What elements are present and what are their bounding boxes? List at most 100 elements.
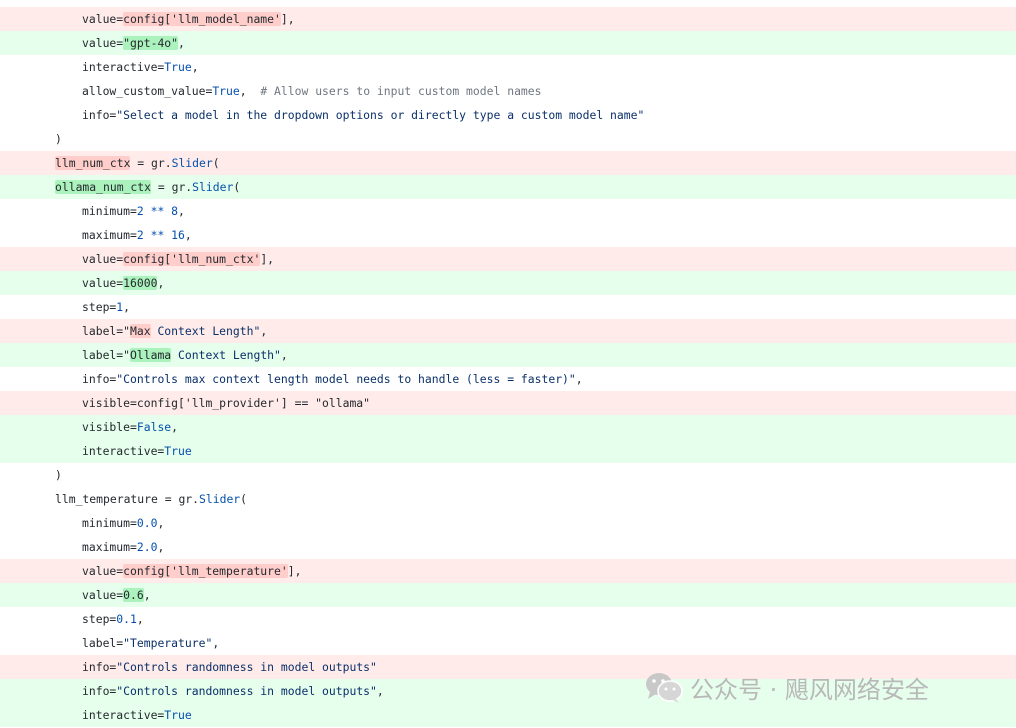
removed-line: visible=config['llm_provider'] == "ollam… bbox=[0, 391, 1016, 415]
code-token: ) bbox=[55, 468, 62, 482]
context-line: minimum=2 ** 8, bbox=[0, 199, 1016, 223]
context-line: label="Temperature", bbox=[0, 631, 1016, 655]
code-token: Slider bbox=[171, 156, 213, 170]
added-line: ollama_num_ctx = gr.Slider( bbox=[0, 175, 1016, 199]
code-token: Slider bbox=[192, 180, 234, 194]
code-token: Slider bbox=[199, 492, 241, 506]
code-token: visible= bbox=[82, 420, 137, 434]
changed-token: 0.6 bbox=[123, 588, 144, 602]
context-line: step=0.1, bbox=[0, 607, 1016, 631]
added-line: info="Controls randomness in model outpu… bbox=[0, 679, 1016, 703]
code-token: 2 ** 16 bbox=[136, 228, 185, 242]
code-token: info= bbox=[82, 372, 117, 386]
code-token: True bbox=[164, 708, 192, 722]
code-token: 2.0 bbox=[136, 540, 158, 554]
code-token: , bbox=[184, 228, 192, 242]
code-token: True bbox=[164, 60, 192, 74]
code-token: , bbox=[157, 516, 165, 530]
code-token: interactive= bbox=[82, 444, 165, 458]
context-line: info="Controls max context length model … bbox=[0, 367, 1016, 391]
removed-line: llm_num_ctx = gr.Slider( bbox=[0, 151, 1016, 175]
code-token: value= bbox=[82, 564, 124, 578]
context-line: llm_temperature = gr.Slider( bbox=[0, 487, 1016, 511]
changed-token: Ollama bbox=[130, 348, 172, 362]
code-token: value= bbox=[82, 252, 124, 266]
code-token: value= bbox=[82, 12, 124, 26]
code-token: ], bbox=[280, 12, 295, 26]
code-token: ], bbox=[287, 564, 302, 578]
removed-line: value=config['llm_temperature'], bbox=[0, 559, 1016, 583]
code-token: info= bbox=[82, 660, 117, 674]
code-token: , bbox=[376, 684, 384, 698]
context-line: ) bbox=[0, 127, 1016, 151]
context-line: maximum=2 ** 16, bbox=[0, 223, 1016, 247]
changed-token: "gpt-4o" bbox=[123, 36, 179, 50]
code-token: , bbox=[157, 276, 165, 290]
code-token: "Controls max context length model needs… bbox=[116, 372, 576, 386]
context-line: minimum=0.0, bbox=[0, 511, 1016, 535]
code-token: ( bbox=[233, 180, 241, 194]
code-token: # Allow users to input custom model name… bbox=[260, 84, 542, 98]
code-token: allow_custom_value= bbox=[82, 84, 213, 98]
code-token: 0.0 bbox=[136, 516, 158, 530]
diff-lines: value=config['llm_model_name'], value="gp… bbox=[0, 7, 1016, 727]
context-line: step=1, bbox=[0, 295, 1016, 319]
code-token: , bbox=[191, 60, 199, 74]
code-token: value= bbox=[82, 588, 124, 602]
code-token: 2 ** 8 bbox=[136, 204, 179, 218]
added-line: value=16000, bbox=[0, 271, 1016, 295]
code-token: step= bbox=[82, 612, 117, 626]
code-token: label=" bbox=[82, 348, 131, 362]
context-line: ) bbox=[0, 463, 1016, 487]
changed-token: Max bbox=[130, 324, 151, 338]
code-token: minimum= bbox=[82, 204, 137, 218]
code-token: , bbox=[260, 324, 268, 338]
code-token: "Controls randomness in model outputs" bbox=[116, 660, 377, 674]
code-token: ( bbox=[240, 492, 248, 506]
code-token: , bbox=[178, 204, 185, 218]
code-token: label=" bbox=[82, 324, 131, 338]
removed-line: info="Controls randomness in model outpu… bbox=[0, 655, 1016, 679]
changed-token: llm_num_ctx bbox=[55, 156, 131, 170]
context-line: interactive=True, bbox=[0, 55, 1016, 79]
code-token: "Controls randomness in model outputs" bbox=[116, 684, 377, 698]
code-token: False bbox=[136, 420, 172, 434]
added-line: value="gpt-4o", bbox=[0, 31, 1016, 55]
context-line: allow_custom_value=True, # Allow users t… bbox=[0, 79, 1016, 103]
previous-line-fragment bbox=[0, 0, 1016, 6]
code-token: = gr. bbox=[130, 156, 172, 170]
code-token: label= bbox=[82, 636, 124, 650]
changed-token: 16000 bbox=[123, 276, 158, 290]
code-token: interactive= bbox=[82, 708, 165, 722]
code-token: interactive= bbox=[82, 60, 165, 74]
code-token: True bbox=[164, 444, 192, 458]
code-token: llm_temperature = gr. bbox=[55, 492, 200, 506]
removed-line: label="Max Context Length", bbox=[0, 319, 1016, 343]
code-token: , bbox=[171, 420, 179, 434]
code-token: ], bbox=[260, 252, 275, 266]
added-line: value=0.6, bbox=[0, 583, 1016, 607]
code-token: = gr. bbox=[151, 180, 193, 194]
code-token: , bbox=[212, 636, 220, 650]
changed-token: config['llm_model_name' bbox=[123, 12, 281, 26]
code-token: , bbox=[239, 84, 261, 98]
code-token: value= bbox=[82, 276, 124, 290]
code-token: 0.1 bbox=[116, 612, 137, 626]
code-token: maximum= bbox=[82, 228, 137, 242]
code-token: True bbox=[212, 84, 240, 98]
code-token: step= bbox=[82, 300, 117, 314]
code-token: "Temperature" bbox=[123, 636, 213, 650]
removed-line: value=config['llm_num_ctx'], bbox=[0, 247, 1016, 271]
code-token: Context Length" bbox=[171, 348, 281, 362]
added-line: interactive=True bbox=[0, 439, 1016, 463]
added-line: interactive=True bbox=[0, 703, 1016, 727]
code-token: ( bbox=[212, 156, 220, 170]
code-token: visible=config['llm_provider'] == "ollam… bbox=[82, 396, 371, 410]
code-token: maximum= bbox=[82, 540, 137, 554]
added-line: label="Ollama Context Length", bbox=[0, 343, 1016, 367]
code-token: , bbox=[136, 612, 144, 626]
code-token: , bbox=[143, 588, 151, 602]
code-token: info= bbox=[82, 684, 117, 698]
changed-token: config['llm_num_ctx' bbox=[123, 252, 261, 266]
code-token: , bbox=[178, 36, 185, 50]
